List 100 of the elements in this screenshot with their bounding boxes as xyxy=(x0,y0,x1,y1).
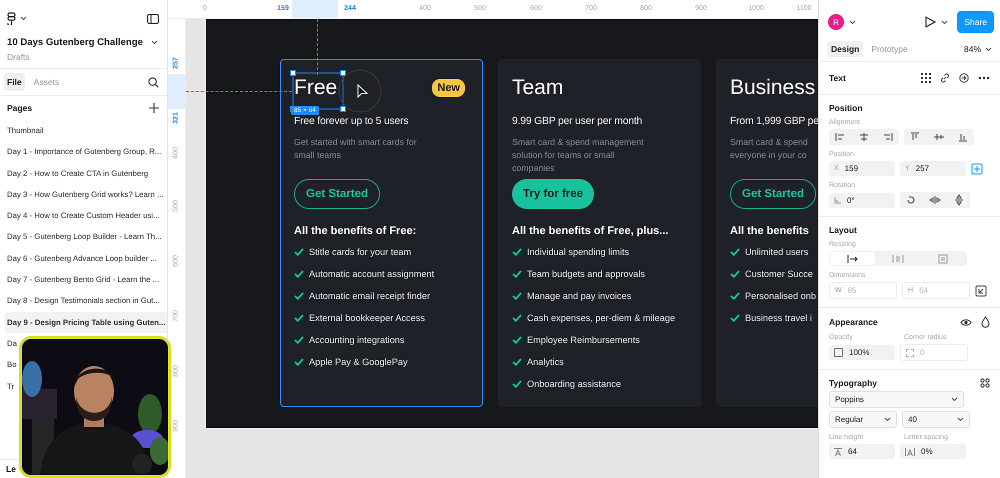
feature-text: Team budgets and approvals xyxy=(527,269,645,279)
caret-icon[interactable] xyxy=(20,16,27,21)
plan-description: Get started with smart cards for small teams xyxy=(294,136,418,162)
font-dropdown[interactable]: Poppins xyxy=(829,391,964,408)
check-icon xyxy=(294,358,304,366)
opacity-field[interactable]: 100% xyxy=(829,345,895,360)
line-height-icon xyxy=(834,448,842,456)
caret-icon[interactable] xyxy=(941,20,948,24)
caret-icon[interactable] xyxy=(150,40,158,45)
more-icon[interactable] xyxy=(978,76,990,80)
feature-text: Manage and pay invoices xyxy=(527,291,632,301)
feature-text: Business travel i xyxy=(745,313,812,323)
feature-text: Analytics xyxy=(527,357,564,367)
check-icon xyxy=(294,336,304,344)
cta-button[interactable]: Get Started xyxy=(294,179,380,209)
position-heading: Position xyxy=(829,103,864,113)
resize-icon[interactable] xyxy=(975,284,987,296)
feature-text: Accounting integrations xyxy=(309,335,405,345)
constraint-icon[interactable] xyxy=(971,162,983,174)
benefits-heading: All the benefits of Free: xyxy=(294,225,418,237)
check-icon xyxy=(512,336,522,344)
check-icon xyxy=(730,270,740,278)
feature-text: Onboarding assistance xyxy=(527,379,621,389)
typography-heading: Typography xyxy=(829,378,878,388)
file-title[interactable]: 10 Days Gutenberg Challenge xyxy=(7,37,143,48)
resizing-option[interactable] xyxy=(830,252,876,265)
plan-description: Smart card & spend management solution for teams or small companies xyxy=(512,136,645,175)
check-icon xyxy=(294,314,304,322)
feature-text: Cash expenses, per-diem & mileage xyxy=(527,313,676,323)
logo-icon[interactable] xyxy=(7,12,16,25)
feature-text: External bookkeeper Access xyxy=(309,313,425,323)
layout-heading: Layout xyxy=(829,225,858,235)
check-icon xyxy=(294,292,304,300)
font-style-dropdown[interactable]: Regular xyxy=(829,411,897,428)
angle-icon xyxy=(834,196,841,204)
eye-icon[interactable] xyxy=(960,318,972,326)
inspector-tab[interactable]: Design xyxy=(827,41,864,57)
pages-heading: Pages xyxy=(7,103,32,113)
check-icon xyxy=(512,270,522,278)
plan-title: Team xyxy=(512,76,564,99)
check-icon xyxy=(512,292,522,300)
rotation-field[interactable]: 0° xyxy=(829,192,895,208)
ruler-highlight xyxy=(168,74,185,109)
letter-spacing-icon xyxy=(905,448,915,456)
caret-icon[interactable] xyxy=(957,417,964,422)
line-height-field[interactable]: 64 xyxy=(829,444,895,459)
align-icon[interactable] xyxy=(931,131,947,143)
play-icon[interactable] xyxy=(924,16,936,28)
feature-text: Individual spending limits xyxy=(527,247,630,257)
styles-icon[interactable] xyxy=(980,378,990,388)
user-avatar[interactable]: R xyxy=(828,14,844,30)
cta-button[interactable]: Get Started xyxy=(730,179,816,209)
flip-horizontal-icon[interactable] xyxy=(927,194,943,206)
font-size-dropdown[interactable]: 40 xyxy=(902,411,970,428)
columns-icon xyxy=(892,254,904,264)
zoom-level[interactable]: 84% xyxy=(964,44,981,54)
caret-icon[interactable] xyxy=(985,46,992,52)
feature-text: Unlimited users xyxy=(745,247,808,257)
feature-text: Apple Pay & GooglePay xyxy=(309,357,408,367)
check-icon xyxy=(294,248,304,256)
grid-icon[interactable] xyxy=(921,73,931,83)
layer-type: Text xyxy=(829,73,846,83)
layers-heading: Le xyxy=(6,464,16,474)
new-badge: New xyxy=(432,79,465,97)
sidebar-toggle-icon[interactable] xyxy=(147,14,159,24)
circle-arrow-icon[interactable] xyxy=(959,73,969,83)
plan-title: Business xyxy=(730,76,816,99)
check-icon xyxy=(294,270,304,278)
check-icon xyxy=(730,314,740,322)
letter-spacing-field[interactable]: 0% xyxy=(900,444,966,459)
search-icon[interactable] xyxy=(148,76,159,88)
caret-icon[interactable] xyxy=(884,417,891,422)
plan-price: 9.99 GBP per user per month xyxy=(512,116,644,127)
ruler-highlight xyxy=(292,0,338,18)
feature-text: Automatic account assignment xyxy=(309,269,434,279)
add-icon[interactable] xyxy=(149,103,159,113)
benefits-heading: All the benefits xyxy=(730,225,810,237)
check-icon xyxy=(512,358,522,366)
feature-text: Automatic email receipt finder xyxy=(309,291,430,301)
appearance-heading: Appearance xyxy=(829,317,878,327)
drop-icon[interactable] xyxy=(981,316,990,328)
feature-text: Customer Succe xyxy=(745,269,813,279)
cursor-icon xyxy=(338,69,382,113)
file-location: Drafts xyxy=(7,52,31,62)
caret-icon[interactable] xyxy=(951,397,958,402)
benefits-heading: All the benefits of Free, plus... xyxy=(512,225,670,237)
arrow-right-icon xyxy=(846,254,859,264)
link-icon[interactable] xyxy=(940,73,950,83)
check-icon xyxy=(512,380,522,388)
plan-title: Free xyxy=(294,76,338,99)
cta-button[interactable]: Try for free xyxy=(512,179,594,209)
text-box-icon xyxy=(937,254,950,264)
caret-icon[interactable] xyxy=(849,20,856,24)
plan-price: Free forever up to 5 users xyxy=(294,116,410,127)
check-icon xyxy=(730,248,740,256)
plan-price: From 1,999 GBP pe xyxy=(730,116,818,127)
feature-text: Personalised onb xyxy=(745,291,816,301)
panel-tab[interactable]: File xyxy=(4,73,25,91)
check-icon xyxy=(730,292,740,300)
corner-icon xyxy=(906,348,914,356)
